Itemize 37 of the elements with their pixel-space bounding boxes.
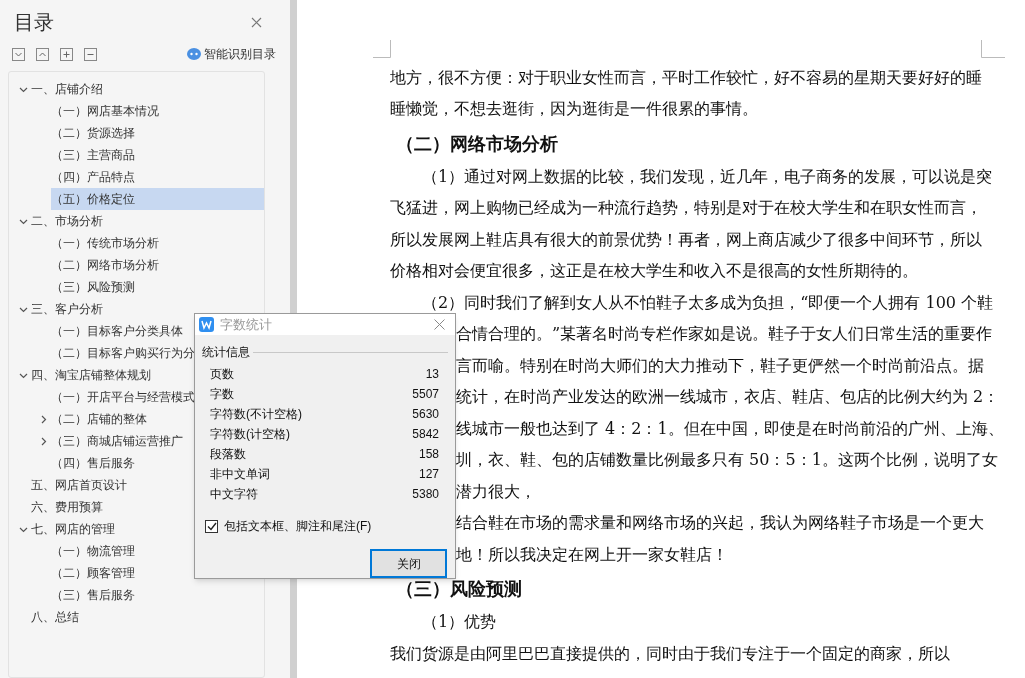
text-line: 价格相对会便宜很多，这正是在校大学生和收入不是很高的女性所期待的。 <box>390 260 918 283</box>
text-line: （1）通过对网上数据的比较，我们发现，近几年，电子商务的发展，可以说是突 <box>422 165 993 188</box>
stat-value: 5380 <box>412 486 439 503</box>
stat-label: 非中文单词 <box>210 466 270 483</box>
stat-value: 5842 <box>412 426 439 443</box>
text-line: 统计，在时尚产业发达的欧洲一线城市，衣店、鞋店、包店的比例大约为 2： <box>456 386 1000 409</box>
stat-value: 158 <box>418 446 439 463</box>
text-line: 所以发展网上鞋店具有很大的前景优势！再者，网上商店减少了很多中间环节，所以 <box>390 228 982 251</box>
stat-label: 段落数 <box>210 446 246 463</box>
text-line: 我们货源是由阿里巴巴直接提供的，同时由于我们专注于一个固定的商家，所以 <box>390 642 950 665</box>
text-line: 飞猛进，网上购物已经成为一种流行趋势，特别是对于在校大学生和在职女性而言， <box>390 197 982 220</box>
text-line: 合情合理的。”某著名时尚专栏作家如是说。鞋子于女人们日常生活的重要作 <box>456 323 993 346</box>
stat-label: 字数 <box>210 386 234 403</box>
text-line: （1）优势 <box>422 611 497 634</box>
text-line: 言而喻。特别在时尚大师们的大力推动下，鞋子更俨然一个时尚前沿点。据 <box>456 354 984 377</box>
text-line: 地方，很不方便：对于职业女性而言，平时工作较忙，好不容易的星期天要好好的睡 <box>390 66 982 89</box>
panel-title: 目录 <box>14 10 54 35</box>
section-heading: （三）风险预测 <box>396 577 522 601</box>
text-line: 睡懒觉，不想去逛街，因为逛街是一件很累的事情。 <box>390 98 758 121</box>
group-label: 统计信息 <box>202 344 250 361</box>
dialog-title: 字数统计 <box>220 315 273 334</box>
text-line: 圳，衣、鞋、包的店铺数量比例最多只有 50：5：1。这两个比例，说明了女 <box>456 449 998 472</box>
stat-label: 中文字符 <box>210 486 258 503</box>
text-line: 潜力很大， <box>456 480 536 503</box>
stat-value: 5630 <box>412 406 439 423</box>
stat-value: 127 <box>418 466 439 483</box>
text-line: （2）同时我们了解到女人从不怕鞋子太多成为负担，“即便一个人拥有 100 个鞋 <box>422 291 994 314</box>
checkbox-label: 包括文本框、脚注和尾注(F) <box>224 518 372 535</box>
stat-label: 字符数(计空格) <box>210 426 290 443</box>
text-line: 线城市一般也达到了 4：2：1。但在中国，即使是在时尚前沿的广州、上海、 <box>456 417 1004 440</box>
stat-value: 13 <box>425 366 439 383</box>
stat-label: 页数 <box>210 366 234 383</box>
text-line: 结合鞋在市场的需求量和网络市场的兴起，我认为网络鞋子市场是一个更大 <box>456 512 984 535</box>
stat-value: 5507 <box>412 386 439 403</box>
stat-label: 字符数(不计空格) <box>210 406 302 423</box>
section-heading: （二）网络市场分析 <box>396 131 558 156</box>
text-line: 地！所以我决定在网上开一家女鞋店！ <box>456 543 728 566</box>
